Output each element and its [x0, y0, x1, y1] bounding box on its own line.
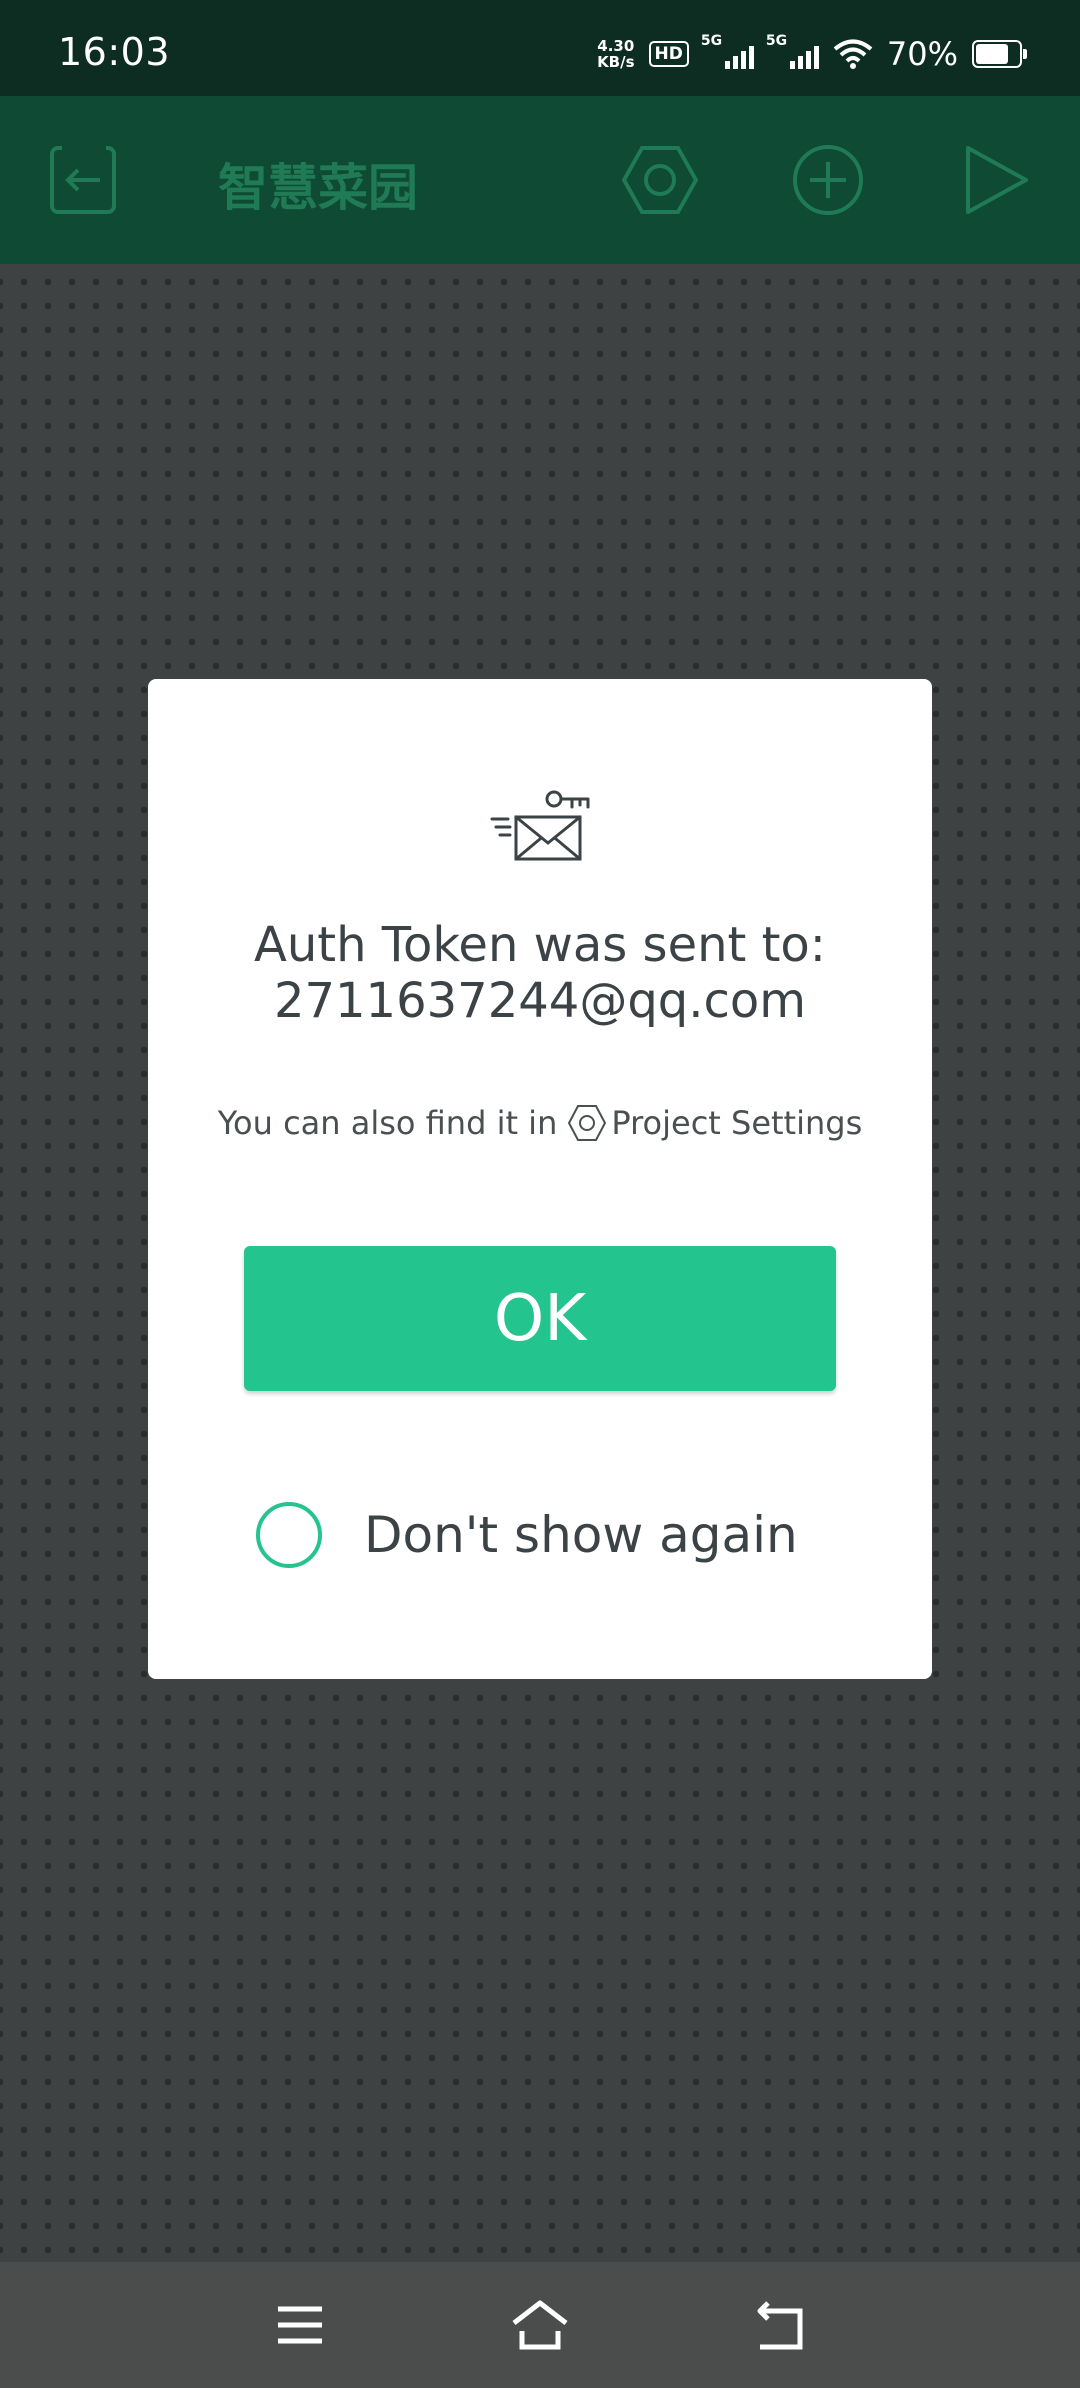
status-time: 16:03: [58, 30, 171, 74]
add-icon[interactable]: [788, 140, 868, 220]
dialog-hint: You can also find it in Project Settings: [217, 1104, 863, 1142]
battery-icon: [972, 40, 1027, 68]
recipient-email: 2711637244@qq.com: [273, 973, 807, 1029]
dont-show-again-label: Don't show again: [364, 1506, 798, 1564]
back-icon[interactable]: [750, 2295, 810, 2355]
exit-icon[interactable]: [44, 140, 124, 220]
wifi-icon: [833, 39, 873, 69]
settings-hexagon-icon: [568, 1105, 607, 1141]
battery-percent: 70%: [886, 35, 958, 73]
project-settings-link: Project Settings: [611, 1104, 863, 1142]
dont-show-again-option[interactable]: Don't show again: [256, 1499, 798, 1571]
system-nav-bar: [0, 2262, 1080, 2388]
ok-button[interactable]: OK: [244, 1246, 836, 1391]
status-indicators: 4.30 KB/s HD 5G 5G 70%: [597, 33, 1027, 74]
signal-icon-sim1: 5G: [701, 33, 754, 69]
signal-icon-sim2: 5G: [766, 33, 819, 69]
settings-hexagon-icon[interactable]: [620, 140, 700, 220]
play-icon[interactable]: [956, 140, 1036, 220]
dialog-title: Auth Token was sent to: 2711637244@qq.co…: [148, 917, 932, 1029]
mail-key-icon: [490, 790, 590, 861]
hd-icon: HD: [648, 41, 689, 67]
dont-show-again-radio[interactable]: [256, 1502, 322, 1568]
menu-icon[interactable]: [270, 2295, 330, 2355]
auth-token-dialog: Auth Token was sent to: 2711637244@qq.co…: [148, 679, 932, 1679]
app-bar: 智慧菜园: [0, 96, 1080, 264]
project-title: 智慧菜园: [218, 159, 418, 217]
network-speed: 4.30 KB/s: [597, 37, 635, 71]
home-icon[interactable]: [510, 2295, 570, 2355]
status-bar: 16:03 4.30 KB/s HD 5G 5G 70%: [0, 0, 1080, 96]
